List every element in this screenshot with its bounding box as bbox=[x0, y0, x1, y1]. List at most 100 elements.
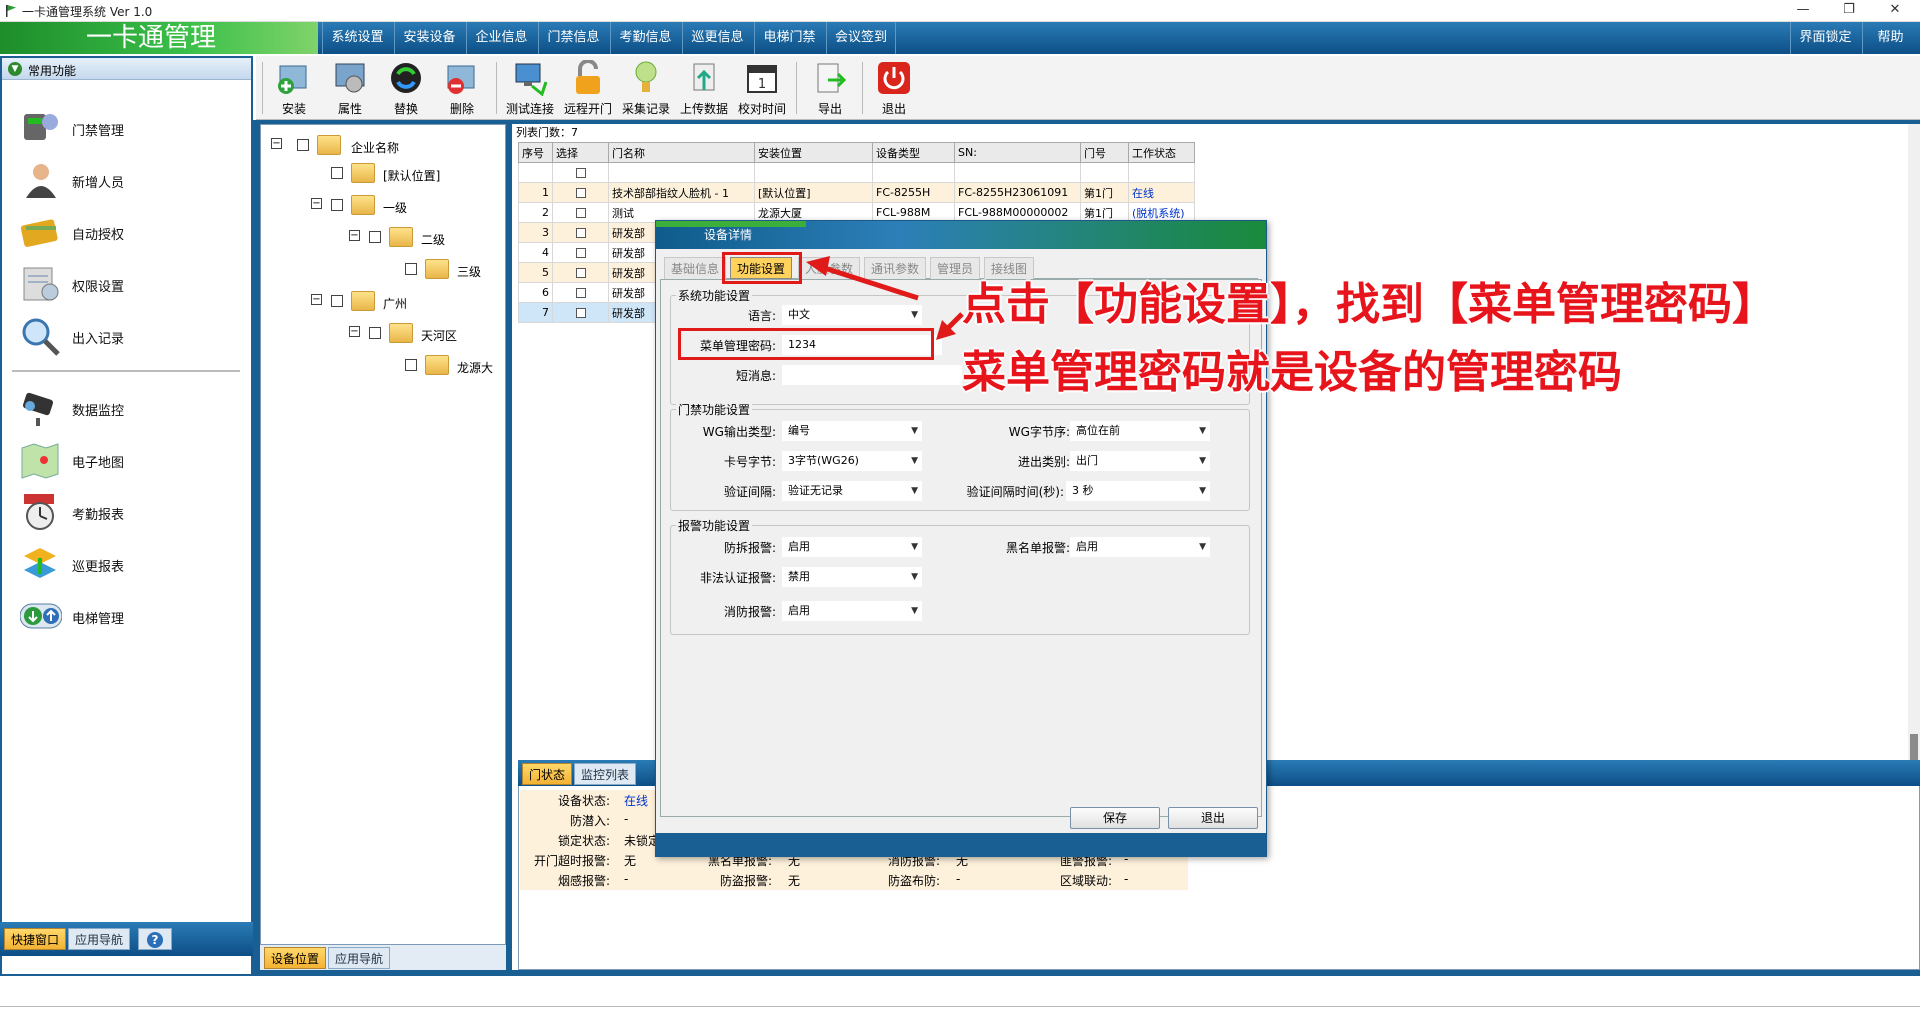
minimize-button[interactable]: — bbox=[1780, 0, 1826, 22]
nav-label: 数据监控 bbox=[72, 404, 125, 419]
close-button[interactable]: ✕ bbox=[1872, 0, 1918, 22]
col-name[interactable]: 门名称 bbox=[608, 142, 755, 163]
folder-icon bbox=[389, 323, 413, 343]
sms-input[interactable] bbox=[782, 365, 962, 385]
row-checkbox[interactable] bbox=[575, 188, 586, 198]
test-connection-button[interactable]: 测试连接 bbox=[502, 60, 558, 118]
tab-device-location[interactable]: 设备位置 bbox=[264, 947, 327, 969]
nav-add-person[interactable]: 新增人员 bbox=[20, 156, 240, 204]
sync-time-button[interactable]: 1 校对时间 bbox=[734, 60, 790, 118]
collapse-icon[interactable]: ▼ bbox=[8, 62, 22, 76]
restore-button[interactable]: ❐ bbox=[1826, 0, 1872, 22]
in-out-type-select[interactable]: 出门 ▼ bbox=[1070, 451, 1210, 471]
tamper-alarm-select[interactable]: 启用 ▼ bbox=[782, 537, 922, 557]
fire-alarm-select[interactable]: 启用 ▼ bbox=[782, 601, 922, 621]
menu-meeting-signin[interactable]: 会议签到 bbox=[826, 22, 896, 54]
tree-collapse-icon[interactable]: − bbox=[349, 326, 360, 337]
tree-checkbox[interactable] bbox=[405, 263, 417, 275]
menu-attendance-info[interactable]: 考勤信息 bbox=[610, 22, 680, 54]
wg-output-select[interactable]: 编号 ▼ bbox=[782, 421, 922, 441]
select-all-checkbox[interactable] bbox=[575, 168, 586, 178]
col-sn[interactable]: SN: bbox=[954, 142, 1081, 163]
tree-collapse-icon[interactable]: − bbox=[311, 198, 322, 209]
properties-button[interactable]: 属性 bbox=[322, 60, 378, 118]
field-label: 语言: bbox=[747, 309, 776, 323]
col-door[interactable]: 门号 bbox=[1080, 142, 1129, 163]
blacklist-alarm-select[interactable]: 启用 ▼ bbox=[1070, 537, 1210, 557]
col-status[interactable]: 工作状态 bbox=[1128, 142, 1195, 163]
help-icon[interactable]: ? bbox=[138, 928, 172, 950]
row-checkbox[interactable] bbox=[575, 308, 586, 318]
group-title: 系统功能设置 bbox=[676, 287, 753, 304]
nav-data-monitor[interactable]: 数据监控 bbox=[20, 384, 240, 432]
tree-collapse-icon[interactable]: − bbox=[349, 230, 360, 241]
quick-panel-header[interactable]: ▼ 常用功能 bbox=[2, 58, 251, 80]
nav-attendance-report[interactable]: 考勤报表 bbox=[20, 488, 240, 536]
tree-collapse-icon[interactable]: − bbox=[311, 294, 322, 305]
row-checkbox[interactable] bbox=[575, 208, 586, 218]
collect-records-button[interactable]: 采集记录 bbox=[618, 60, 674, 118]
col-type[interactable]: 设备类型 bbox=[872, 142, 955, 163]
tree-checkbox[interactable] bbox=[405, 359, 417, 371]
tab-face-params[interactable]: 人脸参数 bbox=[798, 257, 861, 279]
col-no[interactable]: 序号 bbox=[518, 142, 553, 163]
exit-button[interactable]: 退出 bbox=[866, 60, 922, 118]
tab-app-navigation-2[interactable]: 应用导航 bbox=[328, 947, 391, 969]
tab-basic-info[interactable]: 基础信息 bbox=[664, 257, 727, 279]
status-value: - bbox=[624, 872, 629, 886]
tree-checkbox[interactable] bbox=[297, 139, 309, 151]
nav-permission-settings[interactable]: 权限设置 bbox=[20, 260, 240, 308]
folder-icon bbox=[351, 195, 375, 215]
tree-checkbox[interactable] bbox=[331, 199, 343, 211]
nav-patrol-report[interactable]: 巡更报表 bbox=[20, 540, 240, 588]
tree-checkbox[interactable] bbox=[369, 327, 381, 339]
tab-app-navigation[interactable]: 应用导航 bbox=[68, 928, 131, 950]
nav-access-control[interactable]: 门禁管理 bbox=[20, 104, 240, 152]
wg-byte-order-select[interactable]: 高位在前 ▼ bbox=[1070, 421, 1210, 441]
menu-install-device[interactable]: 安装设备 bbox=[394, 22, 464, 54]
row-checkbox[interactable] bbox=[575, 288, 586, 298]
nav-elevator-management[interactable]: 电梯管理 bbox=[20, 592, 240, 640]
tree-checkbox[interactable] bbox=[369, 231, 381, 243]
row-checkbox[interactable] bbox=[575, 268, 586, 278]
col-location[interactable]: 安装位置 bbox=[754, 142, 873, 163]
tree-checkbox[interactable] bbox=[331, 167, 343, 179]
tab-monitor-list[interactable]: 监控列表 bbox=[574, 763, 637, 785]
col-select[interactable]: 选择 bbox=[552, 142, 609, 163]
menu-patrol-info[interactable]: 巡更信息 bbox=[682, 22, 752, 54]
card-bytes-select[interactable]: 3字节(WG26) ▼ bbox=[782, 451, 922, 471]
language-select[interactable]: 中文 ▼ bbox=[782, 305, 922, 325]
nav-electronic-map[interactable]: 电子地图 bbox=[20, 436, 240, 484]
remote-open-button[interactable]: 远程开门 bbox=[560, 60, 616, 118]
replace-button[interactable]: 替换 bbox=[378, 60, 434, 118]
delete-button[interactable]: 删除 bbox=[434, 60, 490, 118]
nav-auto-authorize[interactable]: 自动授权 bbox=[20, 208, 240, 256]
tab-comm-params[interactable]: 通讯参数 bbox=[864, 257, 927, 279]
illegal-auth-alarm-select[interactable]: 禁用 ▼ bbox=[782, 567, 922, 587]
menu-elevator-access[interactable]: 电梯门禁 bbox=[754, 22, 824, 54]
menu-lock-ui[interactable]: 界面锁定 bbox=[1790, 22, 1860, 54]
verify-interval-time-select[interactable]: 3 秒 ▼ bbox=[1066, 481, 1210, 501]
nav-access-records[interactable]: 出入记录 bbox=[20, 312, 240, 360]
menu-system-settings[interactable]: 系统设置 bbox=[322, 22, 392, 54]
tree-collapse-icon[interactable]: − bbox=[271, 138, 282, 149]
verify-interval-select[interactable]: 验证无记录 ▼ bbox=[782, 481, 922, 501]
menu-help[interactable]: 帮助 bbox=[1862, 22, 1918, 54]
row-sn: FC-8255H23061091 bbox=[954, 182, 1081, 203]
tree-checkbox[interactable] bbox=[331, 295, 343, 307]
table-row[interactable]: 1 技术部部指纹人脸机 - 1 [默认位置] FC-8255H FC-8255H2306… bbox=[518, 182, 1195, 203]
upload-data-button[interactable]: 上传数据 bbox=[676, 60, 732, 118]
menu-access-info[interactable]: 门禁信息 bbox=[538, 22, 608, 54]
list-scrollbar[interactable] bbox=[1908, 124, 1920, 774]
dialog-title-bar[interactable]: 设备详情 bbox=[656, 221, 1266, 249]
row-checkbox[interactable] bbox=[575, 248, 586, 258]
row-checkbox[interactable] bbox=[575, 228, 586, 238]
tab-quick-window[interactable]: 快捷窗口 bbox=[4, 928, 67, 950]
install-button[interactable]: 安装 bbox=[266, 60, 322, 118]
menu-company-info[interactable]: 企业信息 bbox=[466, 22, 536, 54]
save-button[interactable]: 保存 bbox=[1070, 807, 1160, 829]
export-button[interactable]: 导出 bbox=[802, 60, 858, 118]
toolbar-label: 采集记录 bbox=[621, 102, 670, 116]
tab-door-status[interactable]: 门状态 bbox=[522, 763, 573, 785]
dialog-exit-button[interactable]: 退出 bbox=[1168, 807, 1258, 829]
